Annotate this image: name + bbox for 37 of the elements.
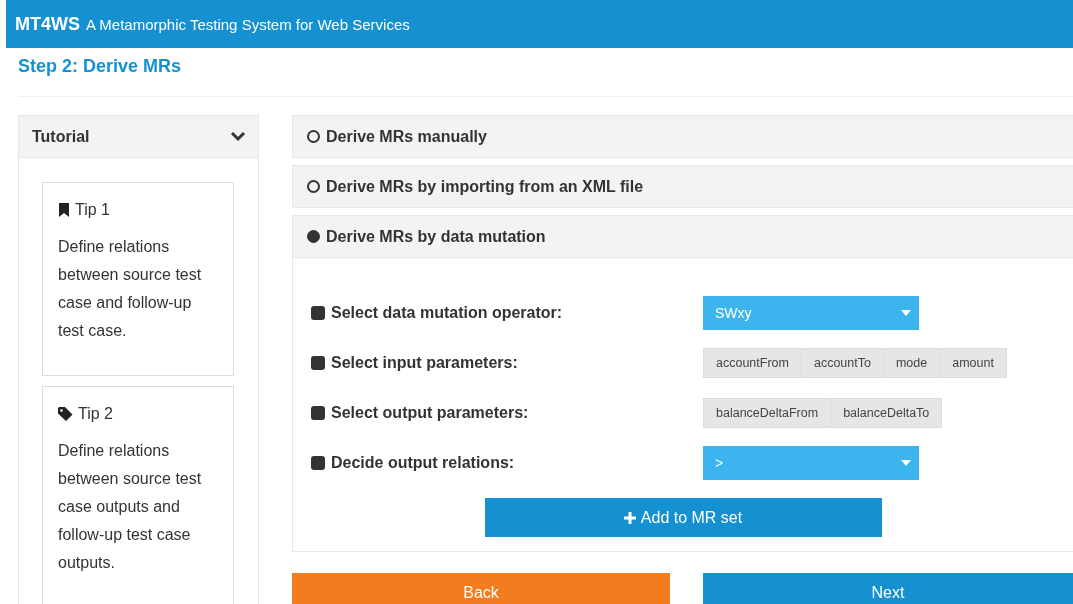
square-bullet-icon — [311, 306, 325, 320]
field-label: Decide output relations: — [331, 454, 515, 472]
tutorial-header[interactable]: Tutorial — [19, 116, 258, 158]
tip-text: Define relations between source test case and follow-up test case. — [58, 237, 203, 341]
bookmark-icon — [58, 203, 70, 217]
parameter-tag[interactable]: balanceDeltaFrom — [703, 398, 832, 428]
parameter-tag[interactable]: amount — [939, 348, 1007, 378]
parameter-tag[interactable]: accountFrom — [703, 348, 802, 378]
option-header[interactable]: Derive MRs by data mutation — [293, 216, 1073, 257]
tip-title: Tip 1 — [75, 201, 110, 219]
option-label: Derive MRs by data mutation — [326, 227, 546, 246]
parameter-tag[interactable]: accountTo — [800, 348, 884, 378]
radio-button[interactable] — [307, 130, 320, 143]
parameter-tag[interactable]: balanceDeltaTo — [830, 398, 943, 428]
caret-icon — [901, 460, 911, 466]
field-label: Select input parameters: — [331, 354, 518, 372]
square-bullet-icon — [311, 406, 325, 420]
square-bullet-icon — [311, 356, 325, 370]
tip-title: Tip 2 — [78, 405, 113, 423]
field-label: Select output parameters: — [331, 404, 529, 422]
radio-button[interactable] — [307, 230, 320, 243]
option-label: Derive MRs by importing from an XML file — [326, 177, 644, 196]
tag-icon — [58, 407, 73, 421]
caret-icon — [901, 310, 911, 316]
option-label: Derive MRs manually — [326, 127, 487, 146]
tip-text: Define relations between source test case outputs and follow-up test case outputs. — [58, 441, 203, 573]
step-title: Step 2: Derive MRs — [18, 56, 182, 77]
app-subtitle: A Metamorphic Testing System for Web Services — [86, 15, 410, 33]
option-header[interactable]: Derive MRs by importing from an XML file — [293, 166, 1073, 207]
tutorial-title: Tutorial — [32, 127, 90, 146]
chevron-down-icon[interactable] — [230, 131, 246, 142]
plus-icon — [623, 511, 636, 524]
parameter-tag[interactable]: mode — [882, 348, 941, 378]
radio-button[interactable] — [307, 180, 320, 193]
square-bullet-icon — [311, 456, 325, 470]
field-label: Select data mutation operator: — [331, 304, 563, 322]
option-header[interactable]: Derive MRs manually — [293, 116, 1073, 157]
